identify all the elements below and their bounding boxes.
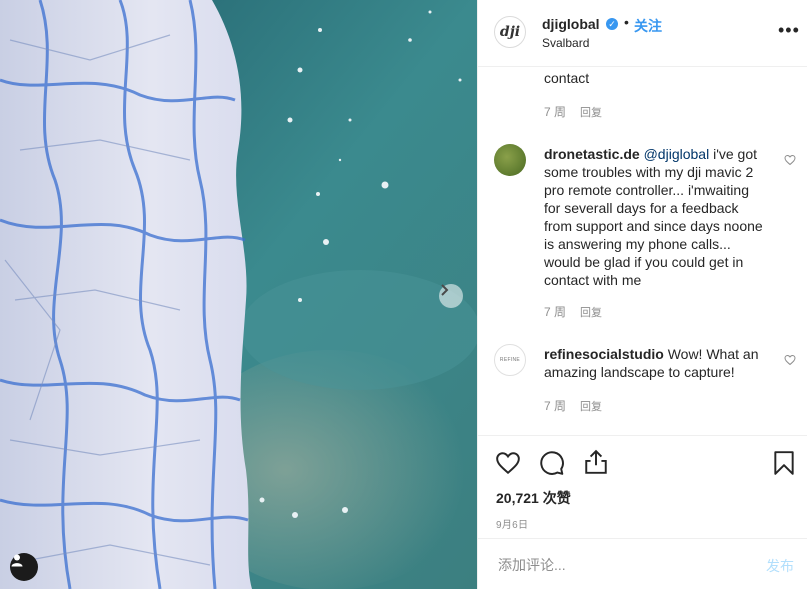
likes-count[interactable]: 20,721 次赞 <box>496 488 571 508</box>
comment-username[interactable]: dronetastic.de <box>544 146 640 162</box>
comment-time: 7 周 <box>544 399 567 413</box>
post-header: dji djiglobal ✓ • 关注 Svalbard ••• <box>478 0 807 67</box>
post-photo[interactable] <box>0 0 477 589</box>
user-tag-icon <box>11 554 23 567</box>
verified-badge-icon: ✓ <box>606 18 618 30</box>
share-icon[interactable] <box>583 449 609 475</box>
glacier-aerial-image <box>0 0 477 589</box>
comment-username[interactable]: refinesocialstudio <box>544 346 664 362</box>
reply-button[interactable]: 回复 <box>580 307 602 319</box>
like-comment-heart-icon[interactable] <box>784 154 796 166</box>
comment-meta: 7 周 回复 <box>544 103 602 120</box>
comment-text: dronetastic.de @djiglobal i've got some … <box>544 145 766 289</box>
account-username[interactable]: djiglobal <box>542 16 600 32</box>
post-date[interactable]: 9月6日 <box>496 516 528 531</box>
bookmark-icon[interactable] <box>771 450 797 476</box>
avatar-logo-text: REFINE <box>499 357 521 363</box>
comment-text-tail: contact <box>544 70 590 86</box>
separator-dot: • <box>624 14 629 30</box>
avatar[interactable] <box>494 144 526 176</box>
user-tag-button[interactable] <box>10 553 38 581</box>
comments-list[interactable]: contact 7 周回复 dronetastic.de @djiglobal … <box>478 67 807 435</box>
reply-button[interactable]: 回复 <box>580 107 602 119</box>
chevron-right-icon <box>441 284 449 296</box>
next-photo-button[interactable] <box>439 284 463 308</box>
comment-mention[interactable]: @djiglobal <box>644 146 710 162</box>
heart-outline-icon[interactable] <box>495 450 521 476</box>
post-comment-button[interactable]: 发布 <box>766 556 794 576</box>
comment-time: 7 周 <box>544 105 567 119</box>
comment-time: 7 周 <box>544 305 567 319</box>
reply-button[interactable]: 回复 <box>580 401 602 413</box>
add-comment-bar: 发布 <box>478 538 807 590</box>
post-side-panel: dji djiglobal ✓ • 关注 Svalbard ••• contac… <box>477 0 807 589</box>
comment-meta: 7 周 回复 <box>544 303 602 320</box>
comment-input[interactable] <box>496 553 740 577</box>
comment-meta: 7 周 回复 <box>544 397 602 414</box>
more-options-button[interactable]: ••• <box>778 20 800 41</box>
dji-logo-text: dji <box>499 24 521 40</box>
post-actions: 20,721 次赞 9月6日 <box>478 435 807 536</box>
avatar[interactable]: REFINE <box>494 344 526 376</box>
comment-body: i've got some troubles with my dji mavic… <box>544 146 763 288</box>
post-location[interactable]: Svalbard <box>542 36 589 50</box>
like-comment-heart-icon[interactable] <box>784 354 796 366</box>
comment-text: refinesocialstudio Wow! What an amazing … <box>544 345 766 381</box>
comment-bubble-icon[interactable] <box>539 450 565 476</box>
follow-button[interactable]: 关注 <box>634 16 662 36</box>
account-avatar[interactable]: dji <box>494 16 526 48</box>
